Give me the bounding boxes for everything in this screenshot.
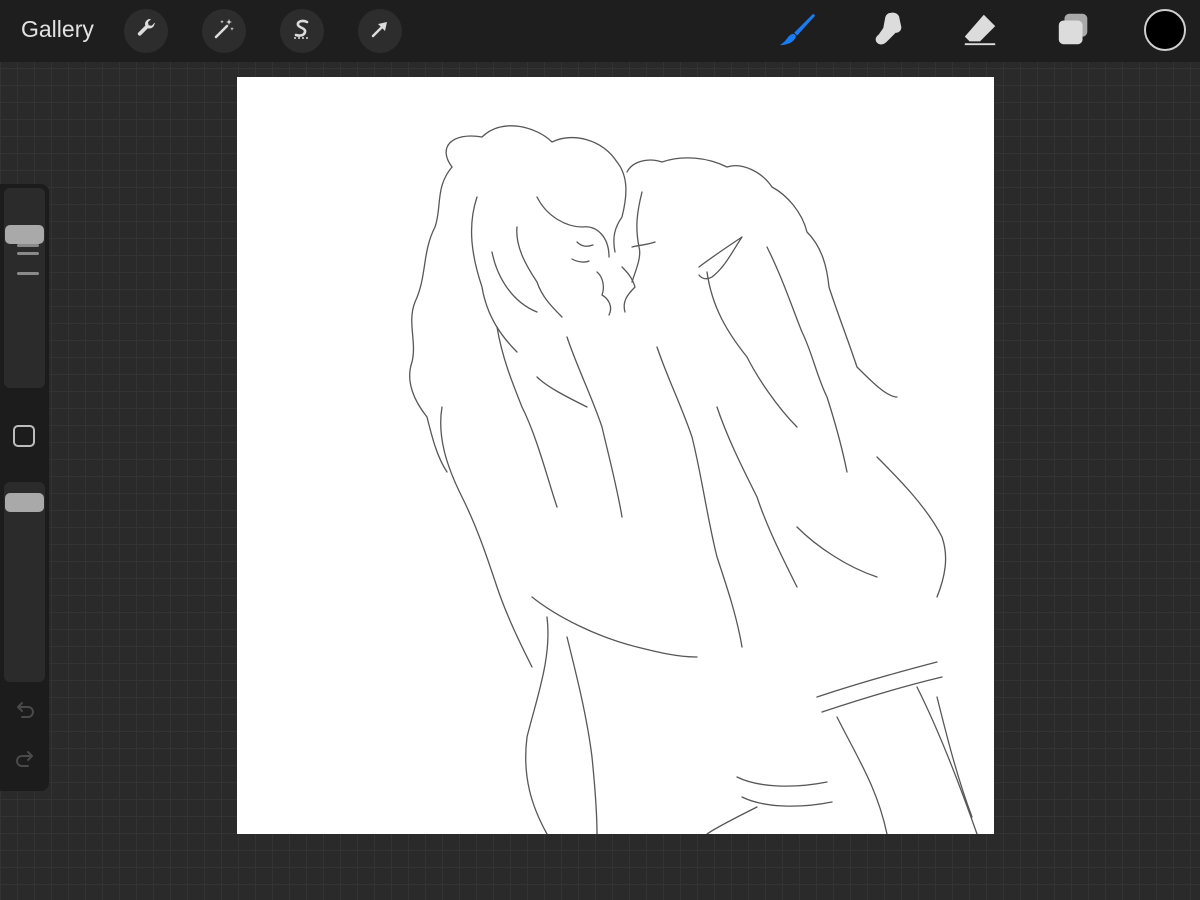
arrow-cursor-icon [368, 17, 392, 46]
layers-icon [1055, 10, 1093, 53]
smudge-finger-icon [870, 10, 908, 53]
selection-s-icon [290, 17, 314, 46]
modify-button[interactable] [13, 425, 35, 447]
brush-size-handle[interactable] [5, 225, 44, 245]
transform-button[interactable] [358, 9, 402, 53]
brush-size-grip-line [17, 244, 39, 247]
magic-wand-icon [212, 17, 236, 46]
sidebar [0, 184, 49, 791]
brush-size-grip-line [17, 252, 39, 255]
eraser-button[interactable] [959, 10, 1001, 52]
opacity-handle[interactable] [5, 492, 44, 512]
undo-button[interactable] [12, 699, 38, 725]
brush-button[interactable] [777, 10, 819, 52]
smudge-button[interactable] [868, 10, 910, 52]
brush-icon [779, 10, 817, 53]
wrench-icon [134, 17, 158, 46]
color-swatch-button[interactable] [1144, 9, 1186, 51]
eraser-icon [961, 10, 999, 53]
opacity-slider[interactable] [4, 482, 45, 682]
redo-icon [14, 748, 36, 775]
adjustments-button[interactable] [202, 9, 246, 53]
layers-button[interactable] [1053, 10, 1095, 52]
top-toolbar: Gallery [0, 0, 1200, 62]
selection-button[interactable] [280, 9, 324, 53]
brush-size-grip-line [17, 272, 39, 275]
actions-button[interactable] [124, 9, 168, 53]
drawing-canvas[interactable] [237, 77, 994, 834]
brush-size-slider[interactable] [4, 188, 45, 388]
gallery-button[interactable]: Gallery [21, 16, 94, 43]
line-art-sketch [409, 125, 978, 834]
redo-button[interactable] [12, 748, 38, 774]
undo-icon [14, 699, 36, 726]
